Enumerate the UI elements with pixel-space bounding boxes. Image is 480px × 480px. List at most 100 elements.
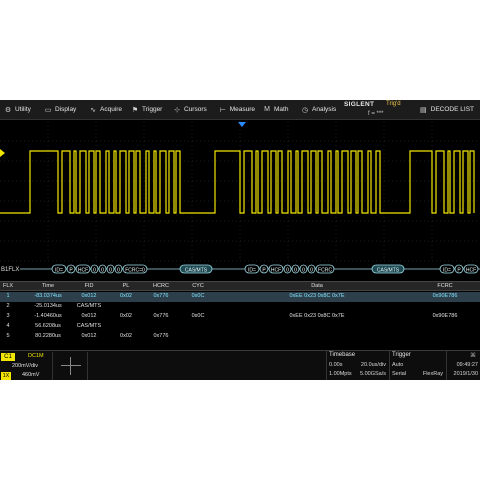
- math-icon: M: [264, 106, 270, 113]
- table-cell: 0x90E786: [432, 313, 458, 319]
- acquire-icon: ∿: [90, 106, 96, 114]
- add-channel-button[interactable]: [52, 352, 88, 380]
- col-cyc: CYC: [192, 283, 204, 289]
- bus-label: B1FLX: [1, 267, 19, 273]
- table-cell: -1.40460us: [34, 313, 62, 319]
- menu-math-label: Math: [274, 106, 289, 113]
- bus-field-label: ID=: [55, 268, 63, 274]
- bus-field-label: ID=: [443, 268, 451, 274]
- trigger-mode: Auto: [392, 362, 404, 368]
- bus-marker-label: CAS/MTS: [377, 268, 400, 274]
- menu-display[interactable]: ▭ Display: [40, 100, 85, 120]
- col-time: Time: [41, 283, 55, 289]
- table-cell: 0x012: [81, 313, 97, 319]
- decode-list-label: DECODE LIST: [430, 106, 474, 113]
- table-cell: 0x0C: [191, 293, 205, 299]
- timebase-tdiv: 20.0us/div: [360, 362, 386, 368]
- decode-table: FLX Time FID PL HCRC CYC Data FCRC 1 -83.…: [0, 281, 480, 349]
- timebase-delay: 0.00s: [329, 362, 343, 368]
- table-cell: CAS/MTS: [76, 303, 102, 309]
- menu-cursors-label: Cursors: [184, 106, 207, 113]
- col-flx: FLX: [2, 283, 14, 289]
- table-cell: 2: [6, 303, 10, 309]
- channel1-offset-marker: [0, 149, 5, 157]
- channel1-info[interactable]: C1 DC1M 200mV/div 1X 460mV: [0, 352, 50, 380]
- trigger-source: FlexRay: [422, 371, 443, 377]
- brand-area: SIGLENT Trig'd f = ***: [342, 100, 414, 120]
- menu-utility-label: Utility: [15, 106, 31, 113]
- bus-field-label: FCRC: [318, 268, 332, 274]
- bus-field-label: FCRC=0: [125, 268, 145, 274]
- brand-logo: SIGLENT: [344, 100, 375, 108]
- timebase-title: Timebase: [329, 352, 356, 358]
- table-cell: 80.2280us: [35, 333, 61, 339]
- menu-trigger[interactable]: ⚑ Trigger: [127, 100, 169, 120]
- frequency-readout: f = ***: [368, 110, 384, 117]
- menu-acquire[interactable]: ∿ Acquire: [85, 100, 127, 120]
- trigger-flag-icon: ⚑: [131, 106, 139, 114]
- bus-field-label: 0: [294, 268, 297, 274]
- table-cell: 0x012: [81, 333, 97, 339]
- network-icon: ⌘: [470, 353, 476, 359]
- bus-field-label: 0: [286, 268, 289, 274]
- menu-utility[interactable]: ⚙ Utility: [0, 100, 40, 120]
- channel1-trace: [0, 150, 475, 214]
- bus-field-label: 0: [101, 268, 104, 274]
- bus-field-label: HCF: [78, 268, 88, 274]
- table-cell: 0x90E786: [432, 293, 458, 299]
- table-cell: -83.0374us: [34, 293, 62, 299]
- menu-trigger-label: Trigger: [142, 106, 163, 113]
- monitor-icon: ▭: [44, 106, 52, 114]
- menu-analysis-label: Analysis: [312, 106, 337, 113]
- ruler-icon: ⊢: [219, 106, 226, 114]
- table-row[interactable]: 2 -25.0134us CAS/MTS: [0, 302, 480, 312]
- channel1-offset: 460mV: [22, 372, 40, 378]
- col-pl: PL: [122, 283, 130, 289]
- timebase-memory: 1.00Mpts: [329, 371, 352, 377]
- clock-area: ⌘ 09:49:27 2019/1/30: [446, 351, 480, 380]
- oscilloscope-screen: ⚙ Utility ▭ Display ∿ Acquire ⚑ Trigger ⊹ Cur…: [0, 100, 480, 380]
- timebase-info[interactable]: Timebase 0.00s 20.0us/div 1.00Mpts 5.00G…: [326, 351, 388, 380]
- table-row[interactable]: 3 -1.40460us 0x012 0x02 0x776 0x0C 0xEE 0x23 0…: [0, 312, 480, 322]
- bus-field-label: 0: [310, 268, 313, 274]
- table-cell: 56.6208us: [35, 323, 61, 329]
- col-data: Data: [311, 283, 323, 289]
- menu-cursors[interactable]: ⊹ Cursors: [169, 100, 215, 120]
- bus-field-label: HCF: [466, 268, 476, 274]
- bus-field-label: 0: [109, 268, 112, 274]
- decode-table-header: FLX Time FID PL HCRC CYC Data FCRC: [0, 281, 480, 291]
- decode-list-button[interactable]: ▤ DECODE LIST: [420, 106, 480, 114]
- trigger-title: Trigger: [392, 352, 411, 358]
- trigger-info[interactable]: Trigger Auto Serial FlexRay: [389, 351, 445, 380]
- col-fcrc: FCRC: [437, 283, 453, 289]
- table-cell: 0x776: [153, 333, 169, 339]
- table-cell: 0x02: [120, 293, 132, 299]
- waveform-area[interactable]: B1FLX ID= P HCF 0 0 0 0 FCRC=0 CAS/MTS ID= P HCF 0 0 0…: [0, 121, 480, 281]
- channel1-coupling: DC1M: [28, 353, 44, 359]
- table-cell: 0x012: [81, 293, 97, 299]
- table-row[interactable]: 4 56.6208us CAS/MTS: [0, 322, 480, 332]
- table-cell: 5: [6, 333, 10, 339]
- bus-field-label: 0: [302, 268, 305, 274]
- menu-math[interactable]: M Math: [259, 100, 297, 120]
- menu-measure[interactable]: ⊢ Measure: [215, 100, 259, 120]
- table-cell: -25.0134us: [34, 303, 62, 309]
- document-icon: ▤: [420, 106, 427, 114]
- table-cell: 0x02: [120, 333, 132, 339]
- analysis-icon: ◷: [301, 106, 309, 114]
- wrench-icon: ⚙: [4, 106, 12, 114]
- col-hcrc: HCRC: [153, 283, 169, 289]
- menu-acquire-label: Acquire: [100, 106, 123, 113]
- bus-field-label: HCF: [271, 268, 281, 274]
- table-cell: 0xEE 0x23 0x8C 0x7E: [289, 313, 345, 319]
- table-row[interactable]: 5 80.2280us 0x012 0x02 0x776: [0, 332, 480, 342]
- status-bar: C1 DC1M 200mV/div 1X 460mV Timebase 0.00…: [0, 350, 480, 380]
- cursors-icon: ⊹: [174, 106, 180, 114]
- clock-date: 2019/1/30: [453, 371, 478, 377]
- table-row[interactable]: 1 -83.0374us 0x012 0x02 0x776 0x0C 0xEE 0x23 0…: [0, 292, 480, 302]
- menu-analysis[interactable]: ◷ Analysis: [297, 100, 342, 120]
- channel1-tag: C1: [1, 353, 15, 361]
- table-cell: 1: [6, 293, 10, 299]
- menu-display-label: Display: [55, 106, 77, 113]
- bus-decode-row: B1FLX ID= P HCF 0 0 0 0 FCRC=0 CAS/MTS ID= P HCF 0 0 0…: [1, 264, 480, 274]
